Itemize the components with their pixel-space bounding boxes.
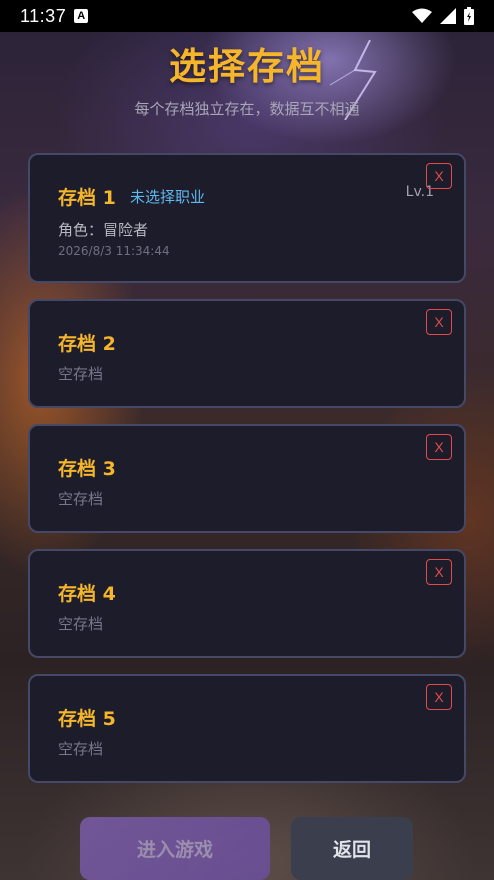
slot-role: 角色：冒险者: [58, 221, 149, 239]
signal-icon: [440, 8, 456, 24]
slot-empty-text: 空存档: [58, 365, 104, 383]
status-time: 11:37: [20, 5, 67, 26]
slot-empty-text: 空存档: [58, 740, 104, 758]
slot-timestamp: 2026/8/3 11:34:44: [58, 244, 170, 258]
slot-name: 存档 5: [58, 708, 116, 730]
slot-name: 存档 3: [58, 458, 116, 480]
delete-slot-button[interactable]: X: [426, 684, 452, 710]
save-slot-4[interactable]: 存档 4 空存档 X: [28, 549, 466, 658]
slot-name: 存档 4: [58, 583, 116, 605]
save-slot-5[interactable]: 存档 5 空存档 X: [28, 674, 466, 783]
slot-job: 未选择职业: [130, 188, 206, 206]
delete-slot-button[interactable]: X: [426, 434, 452, 460]
save-slot-1[interactable]: 存档 1 未选择职业 Lv.1 角色：冒险者 2026/8/3 11:34:44…: [28, 153, 466, 283]
page-title: 选择存档: [169, 45, 325, 88]
save-slot-3[interactable]: 存档 3 空存档 X: [28, 424, 466, 533]
page-subtitle: 每个存档独立存在，数据互不相通: [134, 100, 360, 118]
delete-slot-button[interactable]: X: [426, 163, 452, 189]
slot-name: 存档 2: [58, 333, 116, 355]
a-badge-icon: A: [74, 9, 89, 23]
delete-slot-button[interactable]: X: [426, 559, 452, 585]
save-slot-list: 存档 1 未选择职业 Lv.1 角色：冒险者 2026/8/3 11:34:44…: [28, 153, 466, 799]
wifi-icon: [412, 8, 432, 23]
battery-icon: [464, 7, 474, 25]
delete-slot-button[interactable]: X: [426, 309, 452, 335]
status-bar: 11:37 A: [0, 0, 494, 32]
slot-name: 存档 1: [58, 187, 116, 209]
slot-empty-text: 空存档: [58, 615, 104, 633]
back-button[interactable]: 返回: [291, 817, 413, 880]
slot-empty-text: 空存档: [58, 490, 104, 508]
save-slot-2[interactable]: 存档 2 空存档 X: [28, 299, 466, 408]
enter-game-button[interactable]: 进入游戏: [80, 817, 270, 880]
